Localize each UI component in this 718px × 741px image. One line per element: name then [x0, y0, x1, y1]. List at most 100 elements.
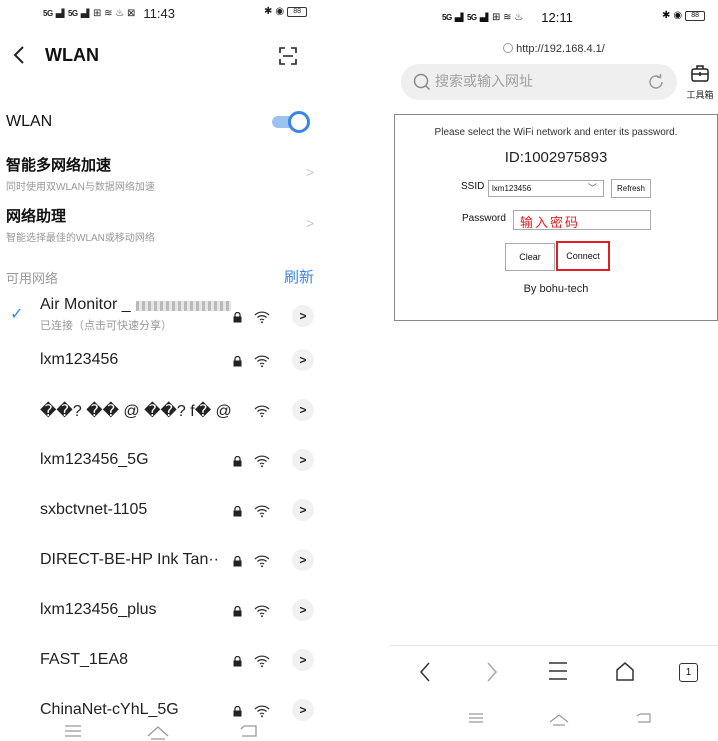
network-item[interactable]: FAST_1EA8 > — [0, 646, 330, 696]
menu-icon[interactable] — [64, 724, 82, 738]
available-networks-header: 可用网络 刷新 — [0, 266, 330, 286]
alarm-icon: ◉ — [673, 10, 683, 21]
system-nav-bar — [0, 724, 330, 741]
wlan-toggle-switch[interactable] — [270, 111, 312, 133]
network-details-icon[interactable]: > — [292, 599, 314, 621]
back-nav-icon[interactable] — [240, 724, 258, 738]
wlan-toggle-row[interactable]: WLAN — [0, 110, 330, 134]
toolbox-button[interactable]: 工具箱 — [682, 64, 718, 104]
option-title: 网络助理 — [6, 208, 67, 225]
network-details-icon[interactable]: > — [292, 549, 314, 571]
wifi-icon — [254, 505, 270, 518]
search-icon — [413, 73, 431, 91]
password-row: Password 输入密码 — [395, 210, 717, 231]
wifi-config-form: Please select the WiFi network and enter… — [394, 114, 718, 321]
connect-button[interactable]: Connect — [556, 241, 610, 271]
wifi-icon — [254, 605, 270, 618]
wifi-icon — [254, 405, 270, 418]
wifi-icon — [254, 355, 270, 368]
search-input[interactable] — [435, 70, 635, 94]
network-name: FAST_1EA8 — [40, 651, 129, 668]
home-icon[interactable] — [146, 724, 170, 740]
network-item[interactable]: ✓ Air Monitor _ 已连接（点击可快速分享） > — [0, 296, 330, 346]
password-input[interactable]: 输入密码 — [513, 210, 651, 231]
network-details-icon[interactable]: > — [292, 349, 314, 371]
lock-icon — [233, 456, 242, 467]
system-nav-bar — [390, 712, 718, 736]
ssid-select[interactable]: lxm123456 ﹀ — [488, 180, 604, 197]
scan-icon[interactable] — [278, 46, 298, 66]
status-bar: 5G▗▟ 5G▗▟ ⊞ ≋ ♨ ⊠ 11:43 ✱ ◉ 88 — [0, 6, 330, 21]
url-display[interactable]: http://192.168.4.1/ — [390, 43, 718, 55]
wlan-label: WLAN — [6, 113, 53, 130]
network-assistant-option[interactable]: 网络助理 智能选择最佳的WLAN或移动网络 > — [6, 205, 330, 244]
network-details-icon[interactable]: > — [292, 699, 314, 721]
bluetooth-icon: ✱ — [264, 6, 273, 17]
password-label: Password — [462, 213, 506, 224]
network-name: sxbctvnet-1105 — [40, 501, 148, 518]
back-nav-icon[interactable] — [636, 712, 652, 724]
toolbar-divider — [390, 645, 718, 646]
chevron-right-icon: > — [306, 164, 315, 180]
form-buttons: Clear Connect — [395, 241, 717, 271]
menu-icon[interactable] — [468, 712, 484, 724]
home-icon[interactable] — [548, 712, 570, 726]
signal-icon: 5G▗▟ — [43, 9, 64, 18]
alarm-icon: ◉ — [275, 6, 285, 17]
browser-back-icon[interactable] — [418, 660, 432, 684]
lock-icon — [233, 656, 242, 667]
network-item[interactable]: lxm123456_plus > — [0, 596, 330, 646]
status-time: 12:11 — [541, 10, 573, 25]
network-details-icon[interactable]: > — [292, 499, 314, 521]
password-annotation: 输入密码 — [520, 216, 581, 231]
wlan-settings-screen: 5G▗▟ 5G▗▟ ⊞ ≋ ♨ ⊠ 11:43 ✱ ◉ 88 WLAN WLAN… — [0, 0, 330, 741]
wifi-icon — [254, 655, 270, 668]
device-id: ID:1002975893 — [504, 149, 608, 166]
network-item[interactable]: ��? �� @ ��? f� @ > — [0, 396, 330, 446]
wifi-icon — [254, 455, 270, 468]
toolbox-icon — [691, 65, 709, 82]
chevron-down-icon: ﹀ — [587, 183, 597, 193]
browser-toolbar: 1 — [390, 660, 718, 690]
browser-menu-icon[interactable] — [548, 660, 568, 682]
battery-icon: 88 — [685, 10, 706, 21]
clear-button[interactable]: Clear — [505, 243, 555, 271]
wifi-icon — [254, 555, 270, 568]
refresh-link[interactable]: 刷新 — [284, 266, 314, 287]
network-item[interactable]: sxbctvnet-1105 > — [0, 496, 330, 546]
network-details-icon[interactable]: > — [292, 399, 314, 421]
option-title: 智能多网络加速 — [6, 157, 112, 174]
network-details-icon[interactable]: > — [292, 305, 314, 327]
obscured-text — [136, 301, 231, 311]
network-details-icon[interactable]: > — [292, 449, 314, 471]
signal-icon: 5G▗▟ — [466, 13, 488, 22]
network-details-icon[interactable]: > — [292, 649, 314, 671]
ssid-label: SSID — [461, 181, 485, 192]
address-bar[interactable] — [401, 64, 677, 100]
network-item[interactable]: lxm123456 > — [0, 346, 330, 396]
browser-forward-icon[interactable] — [485, 660, 499, 684]
wifi-status-icon: ⊞ ≋ ♨ — [491, 12, 524, 23]
network-item[interactable]: DIRECT-BE-HP Ink Tan·· > — [0, 546, 330, 596]
browser-screen: 5G▗▟ 5G▗▟ ⊞ ≋ ♨ 12:11 ✱ ◉ 88 http://192.… — [390, 0, 718, 741]
network-item[interactable]: lxm123456_5G > — [0, 446, 330, 496]
smart-network-acceleration-option[interactable]: 智能多网络加速 同时使用双WLAN与数据网络加速 > — [6, 154, 330, 193]
network-name: lxm123456_plus — [40, 601, 157, 618]
status-bar: 5G▗▟ 5G▗▟ ⊞ ≋ ♨ 12:11 ✱ ◉ 88 — [390, 10, 718, 25]
url-text: http://192.168.4.1/ — [516, 43, 605, 55]
browser-home-icon[interactable] — [614, 660, 636, 682]
back-arrow-icon[interactable] — [10, 44, 30, 66]
ssid-selected-value: lxm123456 — [492, 184, 532, 193]
chevron-right-icon: > — [306, 215, 315, 231]
network-name: lxm123456 — [40, 351, 119, 368]
reload-icon[interactable] — [647, 73, 665, 91]
refresh-button[interactable]: Refresh — [611, 179, 651, 198]
network-status: 已连接（点击可快速分享） — [40, 320, 172, 332]
network-name: ��? �� @ ��? f� @ — [40, 403, 232, 420]
form-instruction: Please select the WiFi network and enter… — [434, 127, 678, 138]
signal-icon: 5G▗▟ — [67, 9, 89, 18]
tab-count-button[interactable]: 1 — [679, 663, 698, 682]
wifi-icon — [254, 311, 270, 324]
page-title: WLAN — [45, 45, 99, 65]
check-icon: ✓ — [10, 306, 24, 323]
